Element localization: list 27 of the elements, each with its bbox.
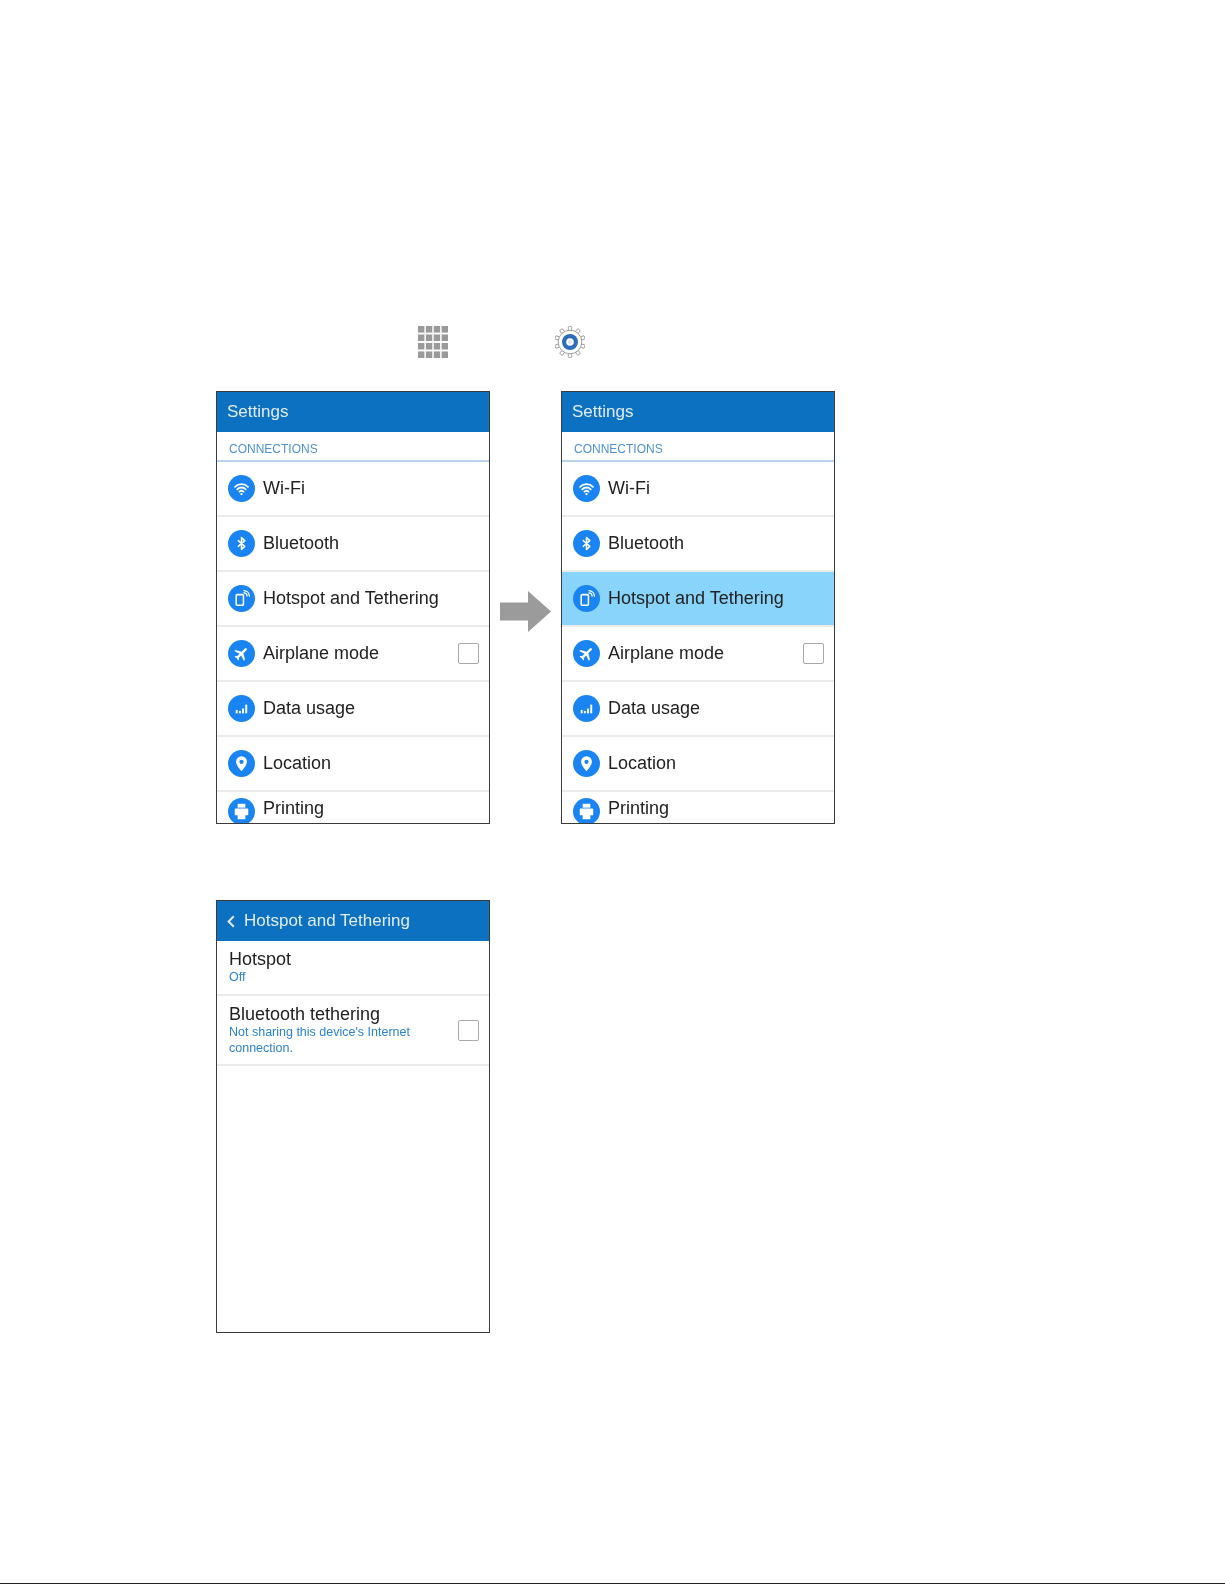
bar-chart-icon bbox=[573, 695, 600, 722]
bar-chart-icon bbox=[228, 695, 255, 722]
apps-grid-icon bbox=[418, 326, 448, 358]
checkbox[interactable] bbox=[458, 643, 479, 664]
airplane-icon bbox=[573, 640, 600, 667]
location-pin-icon bbox=[228, 750, 255, 777]
checkbox[interactable] bbox=[458, 1019, 479, 1041]
screen-title: Hotspot and Tethering bbox=[244, 911, 411, 931]
location-pin-icon bbox=[573, 750, 600, 777]
wifi-icon bbox=[573, 475, 600, 502]
summary-text: Not sharing this device's Internet connection. bbox=[229, 1025, 411, 1056]
section-header: CONNECTIONS bbox=[574, 442, 663, 456]
phone-signal-icon bbox=[228, 585, 255, 612]
screen-title: Settings bbox=[572, 402, 634, 422]
settings-item[interactable]: Hotspot and Tethering bbox=[562, 572, 834, 627]
wifi-icon bbox=[228, 475, 255, 502]
airplane-icon bbox=[228, 640, 255, 667]
settings-icon bbox=[555, 326, 585, 358]
section-header: CONNECTIONS bbox=[229, 442, 318, 456]
bluetooth-icon bbox=[573, 530, 600, 557]
bluetooth-icon bbox=[228, 530, 255, 557]
right-arrow-icon bbox=[500, 591, 551, 632]
back-icon[interactable] bbox=[227, 914, 235, 928]
screen-title: Settings bbox=[227, 402, 289, 422]
summary-text: Off bbox=[229, 970, 247, 986]
checkbox[interactable] bbox=[803, 643, 824, 664]
phone-signal-icon bbox=[573, 585, 600, 612]
